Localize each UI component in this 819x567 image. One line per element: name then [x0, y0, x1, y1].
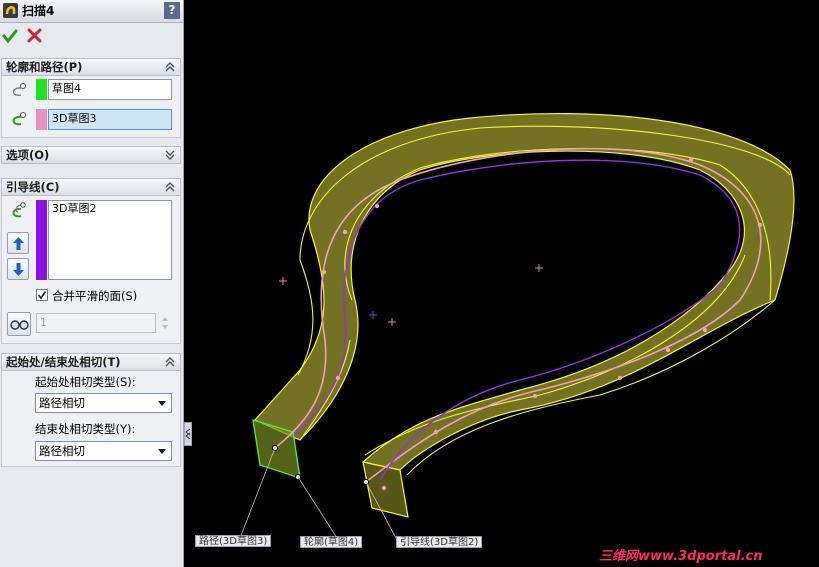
spin-value-field[interactable]: 1 — [36, 313, 156, 333]
section-header-guide-curves[interactable]: 引导线(C) — [1, 178, 181, 196]
section-title-options: 选项(O) — [6, 148, 50, 162]
move-down-icon — [13, 263, 24, 276]
chevron-up-icon[interactable] — [163, 180, 177, 194]
title-bar: 扫描4 ? — [0, 0, 183, 23]
section-title-tangency: 起始处/结束处相切(T) — [6, 355, 121, 369]
help-icon: ? — [168, 3, 176, 17]
guide-color-swatch — [36, 200, 47, 280]
section-title-profile-path: 轮廓和路径(P) — [6, 60, 83, 74]
check-icon — [37, 291, 47, 300]
sweep-icon — [3, 3, 18, 18]
start-tangency-select[interactable]: 路径相切 — [35, 393, 172, 413]
move-down-button[interactable] — [7, 258, 29, 280]
dropdown-icon — [158, 401, 166, 406]
watermark: 三维网www.3dportal.cn — [599, 549, 763, 564]
section-header-profile-path[interactable]: 轮廓和路径(P) — [1, 58, 181, 76]
help-button[interactable]: ? — [164, 2, 180, 19]
chevron-left-icon — [185, 428, 191, 440]
graphics-viewport[interactable] — [192, 0, 819, 567]
confirm-row — [0, 22, 183, 50]
chevron-up-icon[interactable] — [163, 60, 177, 74]
property-manager-panel: 扫描4 ? 轮廓和路径(P) 草图4 3D草图3 选项(O) 引导线(C) 3D… — [0, 0, 184, 567]
show-sections-icon — [10, 320, 29, 330]
move-up-button[interactable] — [7, 232, 29, 254]
ok-icon[interactable] — [2, 28, 18, 44]
chevron-down-icon[interactable] — [163, 148, 177, 162]
cancel-icon[interactable] — [27, 28, 42, 43]
spinner-icon[interactable] — [159, 313, 171, 333]
move-up-icon — [13, 237, 24, 250]
end-tangency-select[interactable]: 路径相切 — [35, 441, 172, 461]
dropdown-icon — [158, 449, 166, 454]
path-field[interactable]: 3D草图3 — [48, 109, 172, 130]
profile-field[interactable]: 草图4 — [48, 79, 172, 100]
merge-faces-checkbox[interactable] — [36, 289, 48, 301]
section-header-options[interactable]: 选项(O) — [1, 146, 181, 164]
show-sections-button[interactable] — [7, 312, 31, 336]
start-tangency-value: 路径相切 — [39, 396, 85, 410]
end-tangency-label: 结束处相切类型(Y): — [35, 422, 136, 436]
guide-curves-list-item[interactable]: 3D草图2 — [52, 201, 171, 217]
callout-path[interactable]: 路径(3D草图3) — [195, 535, 272, 547]
profile-icon — [12, 83, 26, 96]
path-color-swatch — [36, 109, 47, 130]
callout-profile[interactable]: 轮廓(草图4) — [300, 536, 363, 548]
section-body-guide-curves: 3D草图2 合并平滑的面(S) 1 — [1, 196, 181, 344]
section-body-profile-path: 草图4 3D草图3 — [1, 76, 181, 138]
panel-collapse-handle[interactable] — [184, 422, 192, 446]
guide-curves-list[interactable]: 3D草图2 — [48, 200, 172, 280]
section-body-tangency: 起始处相切类型(S): 路径相切 结束处相切类型(Y): 路径相切 — [1, 371, 181, 467]
section-header-tangency[interactable]: 起始处/结束处相切(T) — [1, 353, 181, 371]
guide-curve-icon — [12, 202, 26, 218]
chevron-up-icon[interactable] — [163, 355, 177, 369]
start-tangency-label: 起始处相切类型(S): — [35, 375, 136, 389]
callout-guide[interactable]: 引导线(3D草图2) — [396, 536, 483, 548]
end-tangency-value: 路径相切 — [39, 444, 85, 458]
profile-color-swatch — [36, 79, 47, 100]
merge-faces-label: 合并平滑的面(S) — [52, 289, 138, 303]
path-icon — [12, 112, 26, 126]
section-title-guide-curves: 引导线(C) — [6, 180, 60, 194]
feature-title: 扫描4 — [22, 4, 55, 18]
